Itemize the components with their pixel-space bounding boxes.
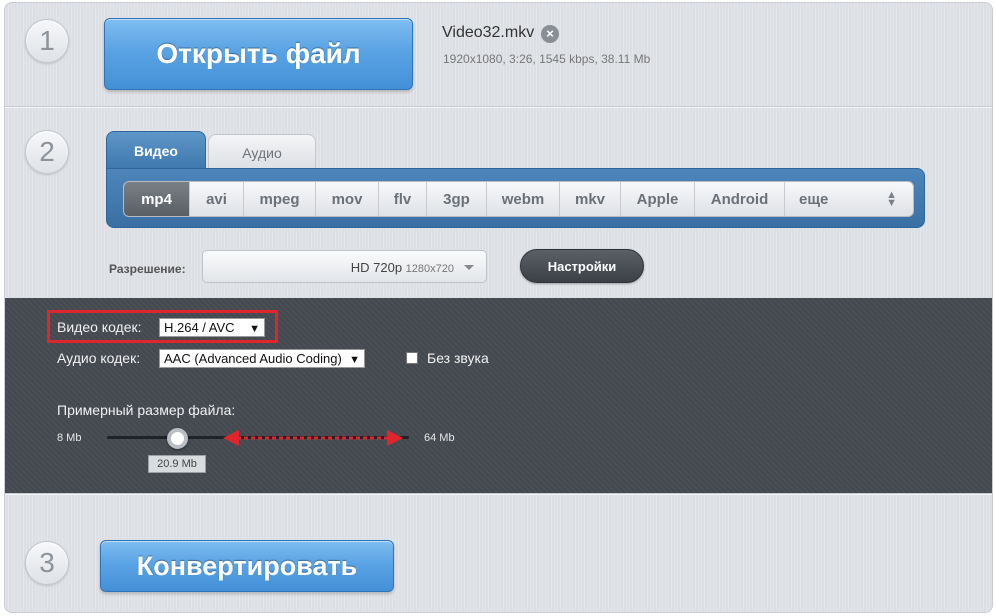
converter-frame: 1 Открыть файл Video32.mkv × 1920x1080, … bbox=[4, 2, 993, 613]
no-sound-label: Без звука bbox=[427, 350, 489, 366]
resolution-name: HD 720p bbox=[350, 260, 403, 275]
close-circle-icon[interactable]: × bbox=[541, 25, 559, 43]
format-bar: mp4 avi mpeg mov flv 3gp webm mkv Apple … bbox=[123, 181, 914, 217]
resolution-label: Разрешение: bbox=[109, 262, 186, 276]
format-panel: mp4 avi mpeg mov flv 3gp webm mkv Apple … bbox=[106, 168, 925, 228]
format-mpeg[interactable]: mpeg bbox=[244, 182, 316, 216]
section-divider bbox=[5, 493, 992, 495]
format-mov[interactable]: mov bbox=[316, 182, 379, 216]
file-name: Video32.mkv bbox=[442, 24, 535, 41]
format-webm[interactable]: webm bbox=[487, 182, 560, 216]
file-info: 1920x1080, 3:26, 1545 kbps, 38.11 Mb bbox=[443, 52, 651, 66]
chevron-down-icon: ▼ bbox=[349, 354, 360, 366]
file-size-current: 20.9 Mb bbox=[148, 455, 206, 473]
convert-button[interactable]: Конвертировать bbox=[100, 540, 394, 592]
format-apple[interactable]: Apple bbox=[621, 182, 695, 216]
resolution-dims: 1280x720 bbox=[405, 263, 454, 275]
audio-codec-value: AAC (Advanced Audio Coding) bbox=[164, 351, 342, 366]
up-down-arrows-icon: ▲ ▼ bbox=[886, 189, 897, 209]
format-3gp[interactable]: 3gp bbox=[427, 182, 487, 216]
settings-button[interactable]: Настройки bbox=[520, 249, 644, 283]
audio-codec-label: Аудио кодек: bbox=[57, 350, 141, 366]
audio-codec-select[interactable]: AAC (Advanced Audio Coding) ▼ bbox=[159, 349, 365, 368]
section-divider bbox=[5, 106, 992, 108]
highlight-box bbox=[47, 310, 278, 343]
no-sound-checkbox[interactable] bbox=[406, 352, 418, 364]
size-range-arrow-icon bbox=[223, 430, 403, 446]
format-more-select[interactable]: еще ▲ ▼ bbox=[785, 182, 913, 216]
tab-audio[interactable]: Аудио bbox=[208, 134, 316, 169]
format-flv[interactable]: flv bbox=[379, 182, 427, 216]
step-2-badge: 2 bbox=[25, 130, 69, 174]
format-mp4[interactable]: mp4 bbox=[124, 182, 190, 216]
tab-video[interactable]: Видео bbox=[106, 131, 206, 169]
file-size-label: Примерный размер файла: bbox=[57, 402, 236, 418]
format-avi[interactable]: avi bbox=[190, 182, 244, 216]
resolution-select[interactable]: HD 720p 1280x720 bbox=[202, 250, 487, 283]
file-size-min: 8 Mb bbox=[57, 432, 82, 444]
format-mkv[interactable]: mkv bbox=[560, 182, 621, 216]
chevron-down-icon bbox=[464, 265, 474, 270]
step-1-badge: 1 bbox=[25, 19, 69, 63]
step-3-badge: 3 bbox=[25, 541, 69, 585]
file-size-max: 64 Mb bbox=[424, 432, 455, 444]
resolution-value: HD 720p 1280x720 bbox=[351, 260, 454, 275]
format-more-label: еще bbox=[799, 190, 829, 208]
open-file-button[interactable]: Открыть файл bbox=[104, 18, 413, 90]
format-android[interactable]: Android bbox=[695, 182, 785, 216]
file-size-slider-thumb[interactable] bbox=[167, 428, 188, 449]
